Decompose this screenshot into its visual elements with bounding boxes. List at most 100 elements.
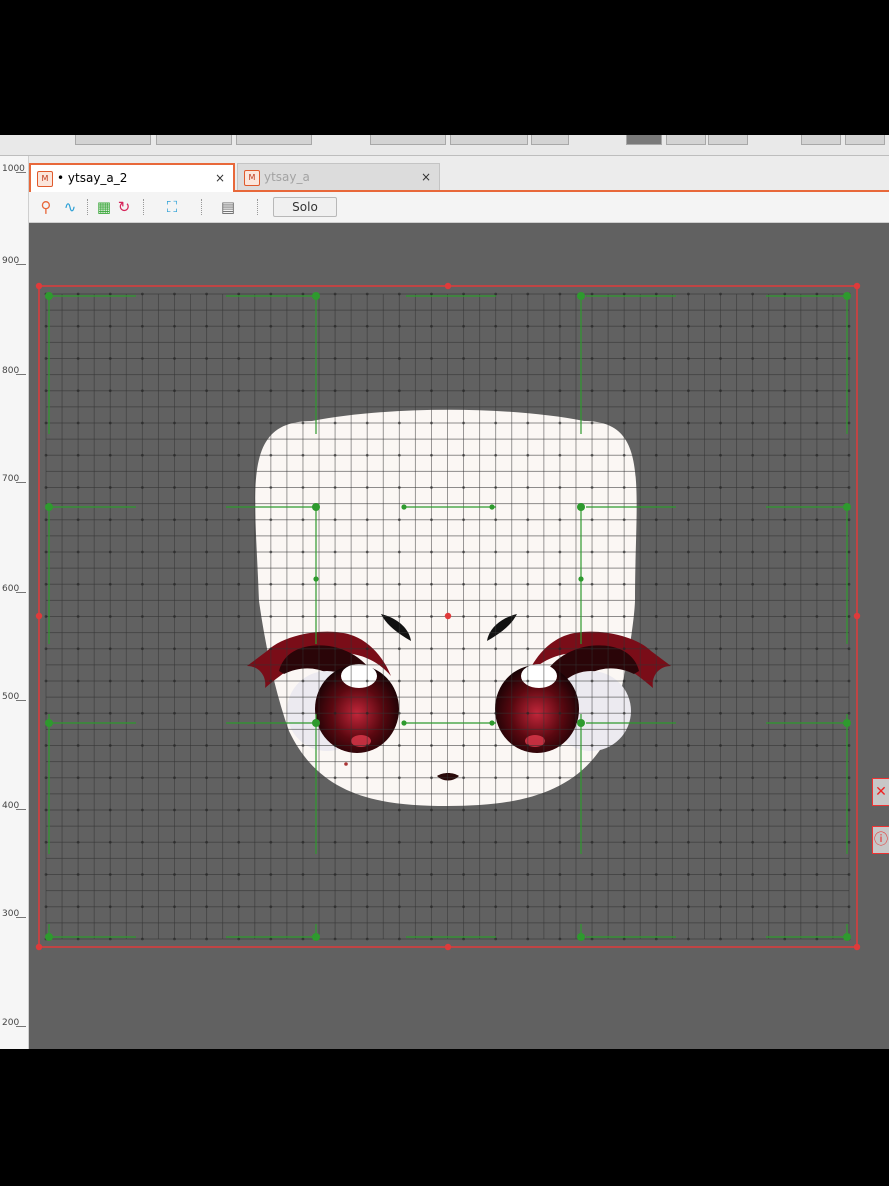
grid-point: [783, 647, 787, 651]
grid-point: [301, 937, 305, 941]
grid-point: [205, 324, 209, 328]
grid-point: [687, 647, 690, 651]
grid-point: [847, 615, 851, 618]
grid-point: [301, 421, 305, 425]
grid-point: [205, 615, 209, 618]
grid-point: [44, 808, 48, 812]
grid-point: [654, 292, 658, 296]
grid-point: [654, 421, 658, 425]
grid-point: [365, 453, 369, 457]
grid-point: [140, 615, 144, 618]
grid-point: [751, 518, 755, 522]
grid-point: [494, 776, 498, 780]
grid-point: [269, 421, 273, 425]
control-handle: [401, 720, 407, 726]
grid-point: [558, 421, 562, 425]
grid-point: [205, 486, 209, 489]
grid-point: [526, 840, 530, 844]
grid-point: [173, 937, 176, 941]
info-icon[interactable]: ⓘ: [872, 826, 889, 854]
grid-point: [237, 937, 241, 941]
grid-point: [590, 324, 594, 328]
grid-point: [558, 389, 562, 393]
grid-point: [173, 776, 176, 780]
grid-point: [751, 324, 755, 328]
grid-point: [237, 873, 241, 876]
grid-point: [462, 421, 465, 425]
grid-point: [847, 744, 851, 747]
editor-workspace: M • ytsay_a_2 × M ytsay_a × ⚲ ∿ ▦ ↻ ⛶ ▤ …: [29, 156, 889, 1049]
grid-point: [462, 840, 465, 844]
grid-point: [430, 582, 433, 586]
grid-point: [301, 615, 305, 618]
grid-point: [108, 453, 112, 457]
close-icon[interactable]: ✕: [872, 778, 889, 806]
grid-point: [430, 873, 433, 876]
toolbar-button[interactable]: [156, 135, 232, 145]
grid-point: [173, 389, 176, 393]
grid-point: [558, 518, 562, 522]
toolbar-button[interactable]: [450, 135, 528, 145]
grid-point: [558, 647, 562, 651]
grid-point: [269, 292, 273, 296]
grid-point: [622, 647, 626, 651]
control-point: [843, 292, 851, 300]
grid-point: [76, 453, 80, 457]
grid-point: [173, 744, 176, 747]
grid-point: [462, 679, 465, 683]
grid-point: [590, 292, 594, 296]
grid-point: [687, 711, 690, 715]
grid-point: [173, 711, 176, 715]
grid-point: [205, 905, 209, 909]
grid-point: [590, 357, 594, 360]
grid-point: [108, 324, 112, 328]
grid-point: [847, 421, 851, 425]
grid-point: [76, 679, 80, 683]
toolbar-button[interactable]: [531, 135, 569, 145]
grid-point: [815, 389, 819, 393]
toolbar-button-active[interactable]: [626, 135, 662, 145]
grid-point: [815, 292, 819, 296]
grid-point: [397, 453, 401, 457]
toolbar-button[interactable]: [666, 135, 706, 145]
grid-point: [494, 840, 498, 844]
grid-point: [526, 711, 530, 715]
grid-point: [526, 776, 530, 780]
toolbar-button[interactable]: [75, 135, 151, 145]
grid-point: [269, 486, 273, 489]
toolbar-button[interactable]: [370, 135, 446, 145]
grid-point: [365, 711, 369, 715]
grid-point: [76, 808, 80, 812]
grid-point: [365, 873, 369, 876]
grid-point: [269, 679, 273, 683]
grid-point: [687, 453, 690, 457]
grid-point: [301, 679, 305, 683]
grid-point: [269, 550, 273, 554]
canvas-view[interactable]: [29, 156, 889, 1049]
grid-point: [590, 518, 594, 522]
grid-point: [622, 357, 626, 360]
grid-point: [815, 582, 819, 586]
grid-point: [397, 937, 401, 941]
grid-point: [301, 905, 305, 909]
toolbar-button[interactable]: [845, 135, 885, 145]
grid-point: [687, 357, 690, 360]
grid-point: [783, 389, 787, 393]
grid-point: [140, 292, 144, 296]
toolbar-button[interactable]: [236, 135, 312, 145]
grid-point: [815, 744, 819, 747]
grid-point: [333, 357, 337, 360]
grid-point: [397, 518, 401, 522]
grid-point: [397, 873, 401, 876]
toolbar-button[interactable]: [801, 135, 841, 145]
grid-point: [140, 324, 144, 328]
control-point: [312, 933, 320, 941]
grid-point: [815, 873, 819, 876]
grid-point: [558, 840, 562, 844]
toolbar-button[interactable]: [708, 135, 748, 145]
grid-point: [301, 776, 305, 780]
grid-point: [687, 486, 690, 489]
grid-point: [590, 615, 594, 618]
grid-point: [140, 421, 144, 425]
grid-point: [301, 292, 305, 296]
